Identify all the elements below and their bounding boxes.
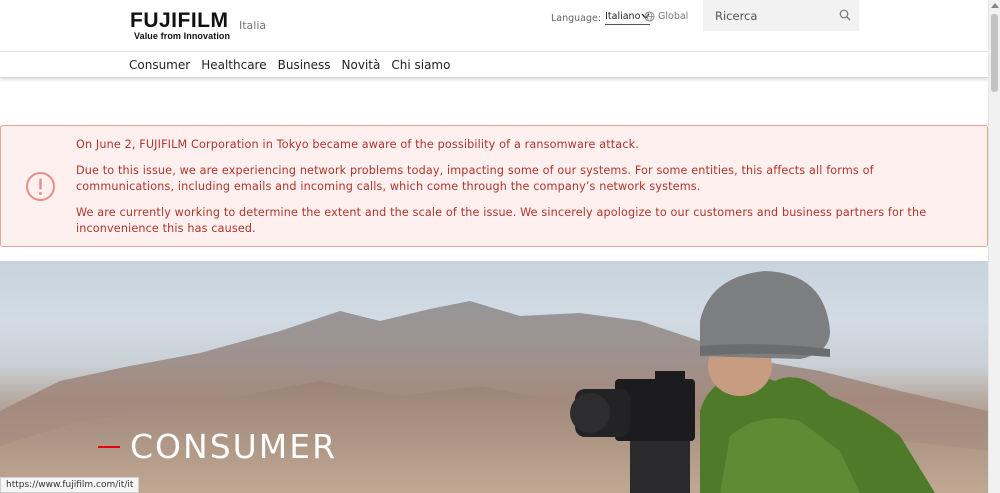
hero-title: CONSUMER xyxy=(98,427,337,466)
page-scrollbar[interactable] xyxy=(988,0,1000,493)
hero-consumer-banner[interactable]: CONSUMER xyxy=(0,261,988,493)
scrollbar-thumb[interactable] xyxy=(991,14,998,92)
alert-message: On June 2, FUJIFILM Corporation in Tokyo… xyxy=(76,137,961,247)
hero-accent-line xyxy=(98,445,120,448)
language-label: Language: xyxy=(551,12,602,24)
link-status-bar: https://www.fujifilm.com/it/it xyxy=(0,477,140,493)
language-selector: Language: Italiano xyxy=(551,11,651,25)
search-input[interactable] xyxy=(703,8,828,23)
scroll-up-icon[interactable] xyxy=(991,3,999,8)
region-label: Italia xyxy=(239,19,267,32)
main-nav: Consumer Healthcare Business Novità Chi … xyxy=(0,52,988,78)
nav-item-novita[interactable]: Novità xyxy=(342,58,381,72)
nav-item-healthcare[interactable]: Healthcare xyxy=(201,58,266,72)
alert-paragraph-2: Due to this issue, we are experiencing n… xyxy=(76,164,874,193)
logo-tagline: Value from Innovation xyxy=(134,31,231,41)
globe-icon xyxy=(644,11,655,22)
search-box xyxy=(703,0,859,31)
nav-item-consumer[interactable]: Consumer xyxy=(129,58,190,72)
search-icon[interactable] xyxy=(839,9,851,21)
global-label: Global xyxy=(658,11,689,22)
nav-item-chi-siamo[interactable]: Chi siamo xyxy=(391,58,450,72)
fujifilm-logo[interactable]: FUJIFILM Value from Innovation xyxy=(130,9,231,41)
nav-item-business[interactable]: Business xyxy=(278,58,331,72)
site-header: FUJIFILM Value from Innovation Italia La… xyxy=(0,0,988,52)
global-link[interactable]: Global xyxy=(644,11,688,22)
logo-wordmark: FUJIFILM xyxy=(130,9,229,32)
alert-paragraph-3: We are currently working to determine th… xyxy=(76,206,927,235)
alert-paragraph-1: On June 2, FUJIFILM Corporation in Tokyo… xyxy=(76,138,639,151)
language-value: Italiano xyxy=(605,11,641,22)
alert-icon xyxy=(26,172,55,201)
hero-title-text: CONSUMER xyxy=(130,427,338,466)
